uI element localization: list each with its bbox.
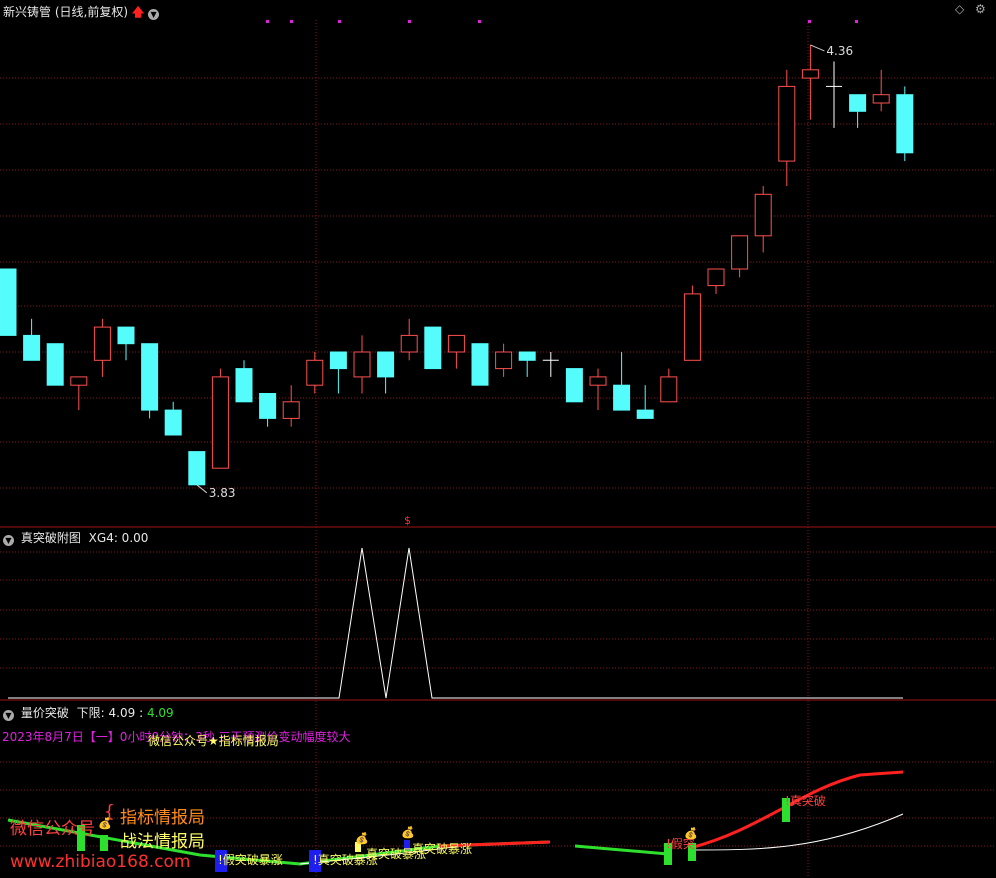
candle-body	[801, 69, 819, 79]
candle-body	[872, 94, 890, 104]
wechat-line: 微信公众号★指标情报局	[148, 734, 279, 748]
lower-value: 4.09	[108, 706, 136, 720]
candle-body	[778, 85, 796, 162]
period-mode[interactable]: (日线,前复权)	[55, 5, 128, 19]
candle-body	[683, 293, 701, 361]
candle-body	[471, 343, 489, 386]
signal-label-fake1: !假突破暴涨	[218, 853, 283, 867]
chevron-down-icon[interactable]: ▼	[148, 9, 160, 20]
bottom-name: 量价突破	[20, 706, 69, 720]
chart-window: 4.36 3.83 $ 新兴铸管 (日线,前复权) 🡅 ▼ ◇ ⚙ ▼ 真突破附图 …	[0, 0, 996, 878]
signal-dot	[478, 20, 481, 23]
money-bag-icon: 💰	[98, 817, 112, 830]
candle-body	[613, 384, 631, 411]
signal-dot	[338, 20, 341, 23]
candle-body	[589, 376, 607, 386]
candle-body	[211, 376, 229, 469]
candle-body	[329, 351, 347, 370]
candle-body	[400, 334, 418, 353]
diamond-icon[interactable]: ◇	[955, 2, 964, 16]
candle-body	[660, 376, 678, 403]
stock-title: 新兴铸管 (日线,前复权) 🡅 ▼	[3, 3, 162, 24]
candle-body	[377, 351, 395, 378]
indicator-name: 真突破附图	[20, 531, 81, 545]
signal-dot	[855, 20, 858, 23]
signal-dot	[408, 20, 411, 23]
red-curve	[689, 770, 904, 850]
candle-body	[636, 409, 654, 419]
green-curve	[574, 844, 669, 856]
watermark-url: www.zhibiao168.com	[10, 852, 191, 872]
candle-body	[306, 359, 324, 386]
candle-body	[353, 351, 371, 378]
candle-body	[93, 326, 111, 361]
candle-body	[731, 235, 749, 270]
indicator-title: ▼ 真突破附图 XG4: 0.00	[3, 529, 148, 546]
candle-body	[141, 343, 159, 411]
candle-body	[707, 268, 725, 287]
candle-body	[46, 343, 64, 386]
candle-body	[164, 409, 182, 436]
candle-body	[495, 351, 513, 370]
white-curve	[689, 813, 904, 851]
signal-label-zhen: !真突破	[785, 794, 826, 808]
candle-body	[117, 326, 135, 345]
candle-body	[259, 393, 277, 419]
chevron-down-icon[interactable]: ▼	[3, 535, 14, 546]
watermark-name2: 战法情报局	[120, 832, 205, 852]
money-bag-icon: 💰	[684, 827, 698, 840]
candle-body	[23, 334, 41, 361]
candle-body	[754, 193, 772, 237]
watermark-name1: 指标情报局	[120, 808, 205, 828]
signal-label-real3: 真突破暴涨	[412, 842, 473, 856]
candle-body	[70, 376, 88, 386]
candle-body	[896, 94, 914, 154]
low-pointer	[196, 484, 208, 494]
chevron-down-icon[interactable]: ▼	[3, 710, 14, 721]
candle-body	[849, 94, 867, 112]
candle-body	[0, 268, 17, 336]
candle-body	[235, 368, 253, 403]
xg4-line	[8, 547, 903, 699]
candle-body	[188, 451, 206, 486]
signal-dot	[808, 20, 811, 23]
candle-body	[424, 326, 442, 370]
signal-dot	[266, 20, 269, 23]
up-arrow-icon: 🡅	[131, 5, 145, 19]
candle-body	[565, 368, 583, 403]
low-label: 3.83	[209, 486, 236, 500]
high-pointer	[810, 44, 825, 52]
watermark-wechat: 微信公众号	[10, 819, 95, 839]
candle-body	[447, 334, 465, 353]
candle-body	[518, 351, 536, 361]
signal-bar	[100, 835, 108, 851]
s-marker: $	[404, 514, 411, 527]
stock-name: 新兴铸管	[3, 5, 52, 19]
settings-icon[interactable]: ⚙	[975, 2, 986, 16]
money-bag-icon: 💰	[401, 826, 415, 839]
lower-value-green: 4.09	[146, 706, 174, 720]
indicator-value: XG4: 0.00	[88, 531, 149, 545]
bottom-title: ▼ 量价突破 下限: 4.09 : 4.09	[3, 704, 174, 721]
signal-dot	[290, 20, 293, 23]
money-bag-icon: 💰	[355, 832, 369, 845]
candle-body	[282, 401, 300, 419]
lower-label: 下限:	[76, 706, 105, 720]
high-label: 4.36	[826, 44, 853, 58]
